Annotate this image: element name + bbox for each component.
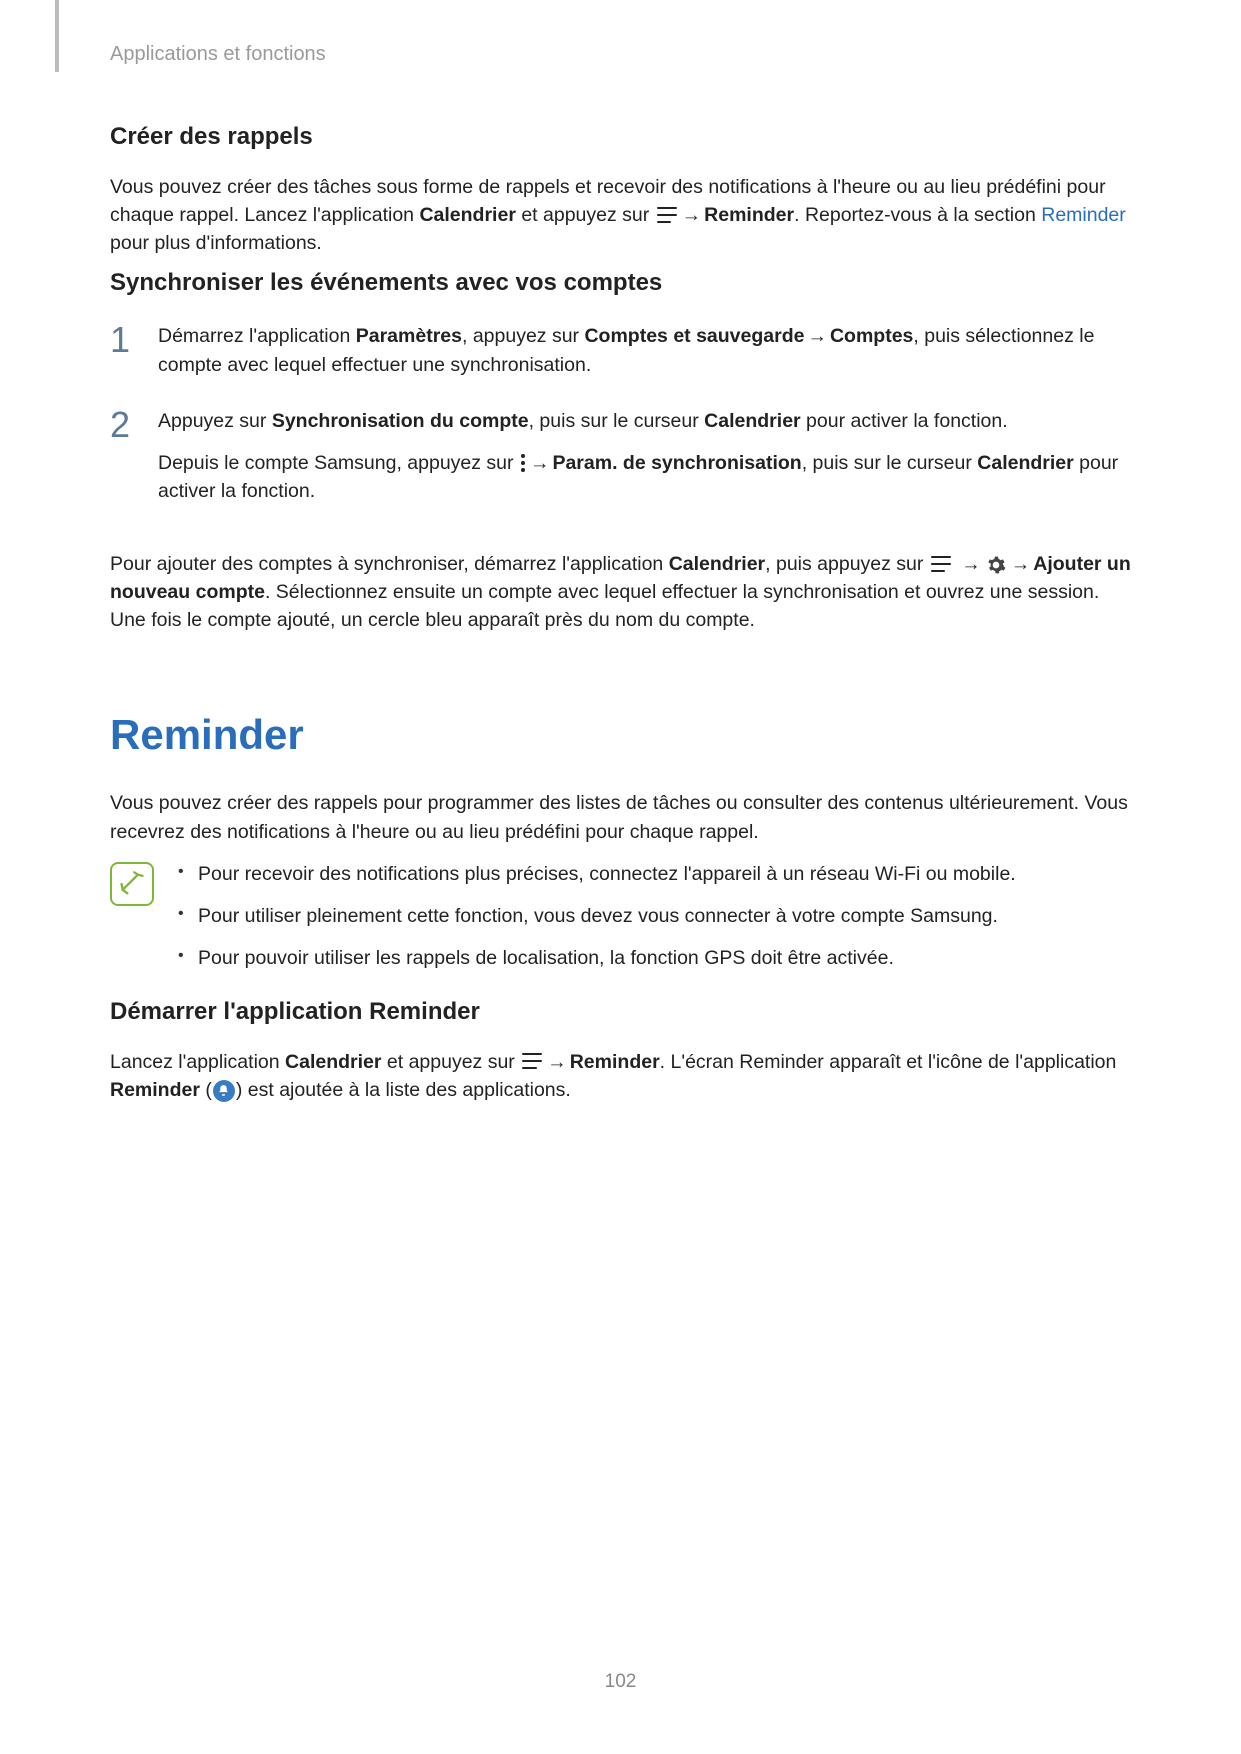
app-name-settings: Paramètres [356, 325, 462, 347]
paragraph-reminder-intro: Vous pouvez créer des rappels pour progr… [110, 789, 1131, 846]
text: ) est ajoutée à la liste des application… [236, 1079, 571, 1101]
text: Pour ajouter des comptes à synchroniser,… [110, 553, 669, 575]
text: Appuyez sur [158, 410, 272, 432]
note-icon [110, 862, 154, 906]
text: Démarrez l'application [158, 325, 356, 347]
text: pour activer la fonction. [801, 410, 1008, 432]
menu-icon [522, 1053, 542, 1069]
text: , puis sur le curseur [802, 452, 978, 474]
step-number: 2 [110, 407, 140, 443]
link-reminder-section[interactable]: Reminder [1041, 204, 1126, 226]
menu-item-accounts-backup: Comptes et sauvegarde [584, 325, 804, 347]
toggle-calendar: Calendrier [977, 452, 1073, 474]
heading-create-reminders: Créer des rappels [110, 120, 1131, 155]
step-2: 2 Appuyez sur Synchronisation du compte,… [110, 407, 1131, 512]
text: Lancez l'application [110, 1051, 285, 1073]
page-header: Applications et fonctions [110, 40, 1131, 70]
note-bullet: Pour utiliser pleinement cette fonction,… [174, 902, 1131, 930]
note-bullet: Pour pouvoir utiliser les rappels de loc… [174, 944, 1131, 972]
toggle-calendar: Calendrier [704, 410, 800, 432]
menu-item-accounts: Comptes [830, 325, 913, 347]
text: . L'écran Reminder apparaît et l'icône d… [660, 1051, 1117, 1073]
arrow-icon: → [547, 1051, 567, 1073]
paragraph-add-accounts: Pour ajouter des comptes à synchroniser,… [110, 550, 1131, 635]
menu-icon [657, 207, 677, 223]
paragraph-create-reminders: Vous pouvez créer des tâches sous forme … [110, 173, 1131, 258]
text: et appuyez sur [381, 1051, 520, 1073]
breadcrumb: Applications et fonctions [110, 40, 1131, 69]
heading-start-reminder: Démarrer l'application Reminder [110, 995, 1131, 1030]
info-note: Pour recevoir des notifications plus pré… [110, 860, 1131, 987]
text: Depuis le compte Samsung, appuyez sur [158, 452, 519, 474]
arrow-icon: → [530, 452, 550, 474]
text: . Reportez-vous à la section [794, 204, 1041, 226]
arrow-icon: → [682, 204, 702, 226]
menu-item-account-sync: Synchronisation du compte [272, 410, 529, 432]
reminder-app-icon [213, 1080, 235, 1102]
header-accent-bar [55, 0, 59, 72]
app-name-reminder: Reminder [110, 1079, 200, 1101]
text: et appuyez sur [516, 204, 655, 226]
gear-icon [986, 555, 1006, 575]
step-body: Démarrez l'application Paramètres, appuy… [158, 322, 1131, 385]
arrow-icon: → [807, 325, 827, 347]
step-1: 1 Démarrez l'application Paramètres, app… [110, 322, 1131, 385]
more-options-icon [521, 454, 525, 472]
menu-item-reminder: Reminder [704, 204, 794, 226]
text: , puis appuyez sur [765, 553, 929, 575]
heading-reminder: Reminder [110, 705, 1131, 766]
step-text: Démarrez l'application Paramètres, appuy… [158, 322, 1131, 379]
text: ( [200, 1079, 212, 1101]
app-name-calendar: Calendrier [419, 204, 515, 226]
app-name-calendar: Calendrier [669, 553, 765, 575]
note-list: Pour recevoir des notifications plus pré… [174, 860, 1131, 987]
page-number: 102 [0, 1668, 1241, 1696]
heading-sync-events: Synchroniser les événements avec vos com… [110, 266, 1131, 301]
menu-icon [931, 556, 951, 572]
text: , appuyez sur [462, 325, 584, 347]
arrow-icon: → [1011, 553, 1031, 575]
app-name-calendar: Calendrier [285, 1051, 381, 1073]
step-subtext: Depuis le compte Samsung, appuyez sur →P… [158, 449, 1131, 506]
arrow-icon: → [961, 553, 981, 575]
menu-item-reminder: Reminder [570, 1051, 660, 1073]
step-number: 1 [110, 322, 140, 358]
menu-item-sync-params: Param. de synchronisation [552, 452, 801, 474]
text: , puis sur le curseur [529, 410, 705, 432]
note-bullet: Pour recevoir des notifications plus pré… [174, 860, 1131, 888]
text: pour plus d'informations. [110, 232, 322, 254]
paragraph-start-reminder: Lancez l'application Calendrier et appuy… [110, 1048, 1131, 1105]
step-text: Appuyez sur Synchronisation du compte, p… [158, 407, 1131, 435]
step-body: Appuyez sur Synchronisation du compte, p… [158, 407, 1131, 512]
